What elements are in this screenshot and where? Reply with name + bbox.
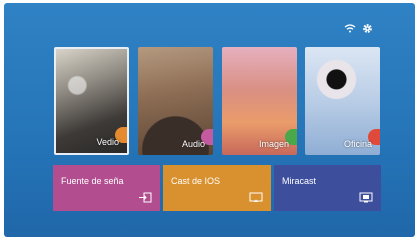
wifi-icon[interactable] xyxy=(344,24,356,33)
gear-icon[interactable] xyxy=(362,23,373,34)
tile-office[interactable]: Oficina xyxy=(305,47,380,155)
miracast-button[interactable]: Miracast xyxy=(274,165,381,211)
tile-image[interactable]: Imagen xyxy=(222,47,297,155)
input-source-button[interactable]: Fuente de seña xyxy=(53,165,160,211)
tile-label-video: Vedio xyxy=(96,137,119,147)
screen-mirror-icon xyxy=(359,192,373,205)
miracast-label: Miracast xyxy=(282,176,317,186)
home-screen: Vedio Audio Imagen Oficina Fuente de señ… xyxy=(4,3,415,237)
ios-cast-label: Cast de IOS xyxy=(171,176,221,186)
cast-icon xyxy=(249,192,263,205)
tile-video[interactable]: Vedio xyxy=(54,47,129,155)
input-source-icon xyxy=(138,192,152,205)
tile-label-image: Imagen xyxy=(258,139,289,149)
ios-cast-button[interactable]: Cast de IOS xyxy=(163,165,271,211)
tile-label-audio: Audio xyxy=(181,139,205,149)
tile-audio[interactable]: Audio xyxy=(138,47,213,155)
input-source-label: Fuente de seña xyxy=(61,176,124,186)
status-bar xyxy=(344,23,373,34)
tile-label-office: Oficina xyxy=(343,139,372,149)
